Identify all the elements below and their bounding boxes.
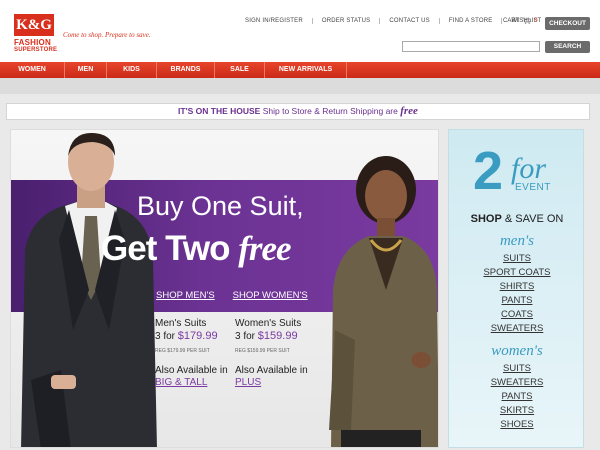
promo-bold: IT'S ON THE HOUSE — [178, 106, 261, 116]
tagline: Come to shop. Prepare to save. — [63, 31, 151, 39]
nav-new-arrivals[interactable]: NEW ARRIVALS — [265, 62, 347, 78]
male-model-image — [21, 132, 157, 447]
mens-price-block: Men's Suits 3 for $179.99 REG $179.99 PE… — [155, 318, 228, 389]
mens-category-list: SUITS SPORT COATS SHIRTS PANTS COATS SWE… — [449, 252, 585, 336]
mens-suits-link[interactable]: SUITS — [449, 252, 585, 266]
sub-bar — [0, 78, 600, 94]
mens-reg-price: REG $179.99 PER SUIT — [155, 348, 210, 354]
mens-avail: Also Available in — [155, 365, 228, 376]
hero-banner: Buy One Suit, Get Two free SHOP MEN'S SH… — [10, 129, 439, 448]
shop-womens-link[interactable]: SHOP WOMEN'S — [233, 290, 308, 301]
shop-links: SHOP MEN'S SHOP WOMEN'S — [156, 290, 308, 301]
search-button[interactable]: SEARCH — [545, 41, 590, 53]
site-header: K&G FASHION SUPERSTORE Come to shop. Pre… — [0, 0, 600, 62]
plus-link[interactable]: PLUS — [235, 377, 308, 389]
womens-price-prefix: 3 for — [235, 331, 256, 342]
womens-sweaters-link[interactable]: SWEATERS — [449, 376, 585, 390]
headline-line2: Get Two free — [101, 229, 292, 269]
womens-price-block: Women's Suits 3 for $159.99 REG $159.99 … — [235, 318, 308, 389]
nav-women[interactable]: WOMEN — [0, 62, 65, 78]
headline-line1: Buy One Suit, — [137, 191, 304, 221]
two-for-event-panel: 2 for EVENT SHOP & SAVE ON men's SUITS S… — [448, 129, 584, 448]
event-two: 2 — [473, 141, 504, 201]
promo-banner[interactable]: IT'S ON THE HOUSE Ship to Store & Return… — [6, 103, 590, 120]
mens-pants-link[interactable]: PANTS — [449, 294, 585, 308]
womens-price: $159.99 — [257, 330, 298, 342]
nav-men[interactable]: MEN — [65, 62, 107, 78]
mens-sport-coats-link[interactable]: SPORT COATS — [449, 266, 585, 280]
nav-brands[interactable]: BRANDS — [157, 62, 215, 78]
order-status-link[interactable]: ORDER STATUS — [313, 18, 381, 24]
mens-title: Men's Suits — [155, 318, 207, 329]
sign-in-link[interactable]: SIGN IN/REGISTER — [236, 18, 313, 24]
promo-free: free — [400, 105, 418, 117]
nav-sale[interactable]: SALE — [215, 62, 265, 78]
mens-sweaters-link[interactable]: SWEATERS — [449, 322, 585, 336]
womens-shoes-link[interactable]: SHOES — [449, 418, 585, 432]
shop-word: SHOP — [470, 213, 502, 225]
find-store-link[interactable]: FIND A STORE — [440, 18, 503, 24]
logo-superstore: SUPERSTORE — [14, 47, 58, 53]
cart-icon — [522, 17, 532, 24]
female-model-image — [329, 156, 438, 447]
mens-shirts-link[interactable]: SHIRTS — [449, 280, 585, 294]
shop-mens-link[interactable]: SHOP MEN'S — [156, 290, 215, 301]
nav-kids[interactable]: KIDS — [107, 62, 157, 78]
womens-title: Women's Suits — [235, 318, 302, 329]
event-label: EVENT — [515, 182, 551, 193]
main-nav: WOMEN MEN KIDS BRANDS SALE NEW ARRIVALS — [0, 62, 600, 78]
headline-free: free — [238, 229, 291, 268]
womens-pants-link[interactable]: PANTS — [449, 390, 585, 404]
womens-category-list: SUITS SWEATERS PANTS SKIRTS SHOES — [449, 362, 585, 432]
checkout-button[interactable]: CHECKOUT — [545, 17, 590, 30]
mens-coats-link[interactable]: COATS — [449, 308, 585, 322]
search-input[interactable] — [402, 41, 540, 52]
save-on-text: & SAVE ON — [504, 213, 564, 225]
mens-price: $179.99 — [177, 330, 218, 342]
cart-link[interactable]: CART 0 — [503, 17, 538, 24]
mens-price-prefix: 3 for — [155, 331, 176, 342]
logo-kg: K&G — [14, 14, 54, 36]
womens-price-line: 3 for $159.99 — [235, 330, 308, 343]
contact-us-link[interactable]: CONTACT US — [380, 18, 440, 24]
event-for: for — [511, 152, 547, 185]
logo-fashion: FASHION — [14, 38, 51, 47]
mens-price-line: 3 for $179.99 — [155, 330, 228, 343]
cart-label: CART — [503, 17, 520, 24]
cart-count: 0 — [534, 17, 538, 24]
headline-get-two: Get Two — [101, 229, 230, 268]
promo-text: Ship to Store & Return Shipping are — [262, 106, 398, 116]
brand-logo[interactable]: K&G FASHION SUPERSTORE — [14, 14, 58, 56]
womens-skirts-link[interactable]: SKIRTS — [449, 404, 585, 418]
womens-reg-price: REG $159.99 PER SUIT — [235, 348, 290, 354]
big-tall-link[interactable]: BIG & TALL — [155, 377, 228, 389]
shop-save-heading: SHOP & SAVE ON — [449, 213, 585, 225]
mens-category-title: men's — [499, 233, 535, 249]
womens-category-title: women's — [491, 343, 543, 359]
womens-avail: Also Available in — [235, 365, 308, 376]
womens-suits-link[interactable]: SUITS — [449, 362, 585, 376]
